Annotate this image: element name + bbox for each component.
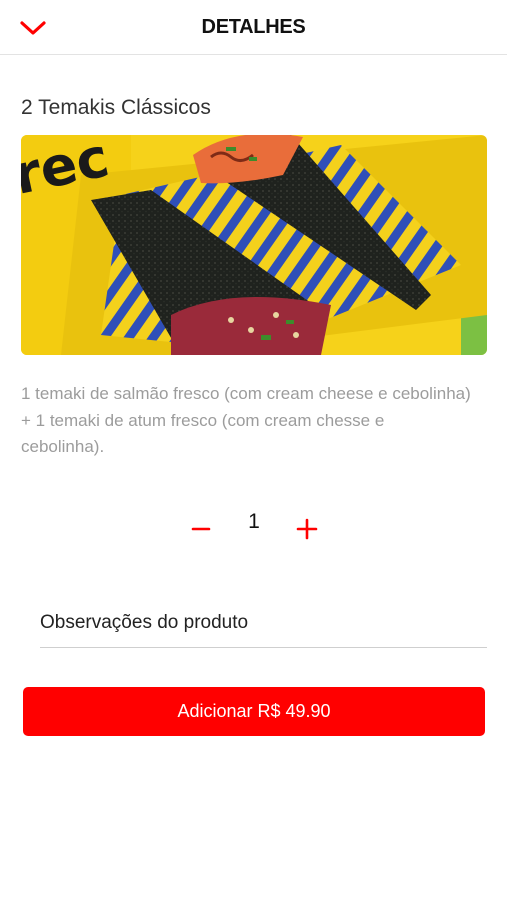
add-to-cart-button[interactable]: Adicionar R$ 49.90 — [23, 687, 485, 736]
product-notes-input[interactable] — [40, 598, 487, 648]
product-image: rec — [21, 135, 487, 355]
product-name: 2 Temakis Clássicos — [21, 96, 211, 119]
increase-quantity-button[interactable] — [292, 514, 322, 544]
product-description: 1 temaki de salmão fresco (com cream che… — [21, 384, 471, 456]
minus-icon — [191, 527, 211, 531]
top-bar: DETALHES — [0, 0, 507, 55]
page-title: DETALHES — [201, 16, 306, 38]
quantity-value: 1 — [248, 510, 260, 533]
plus-icon — [296, 518, 318, 540]
decrease-quantity-button[interactable] — [186, 514, 216, 544]
